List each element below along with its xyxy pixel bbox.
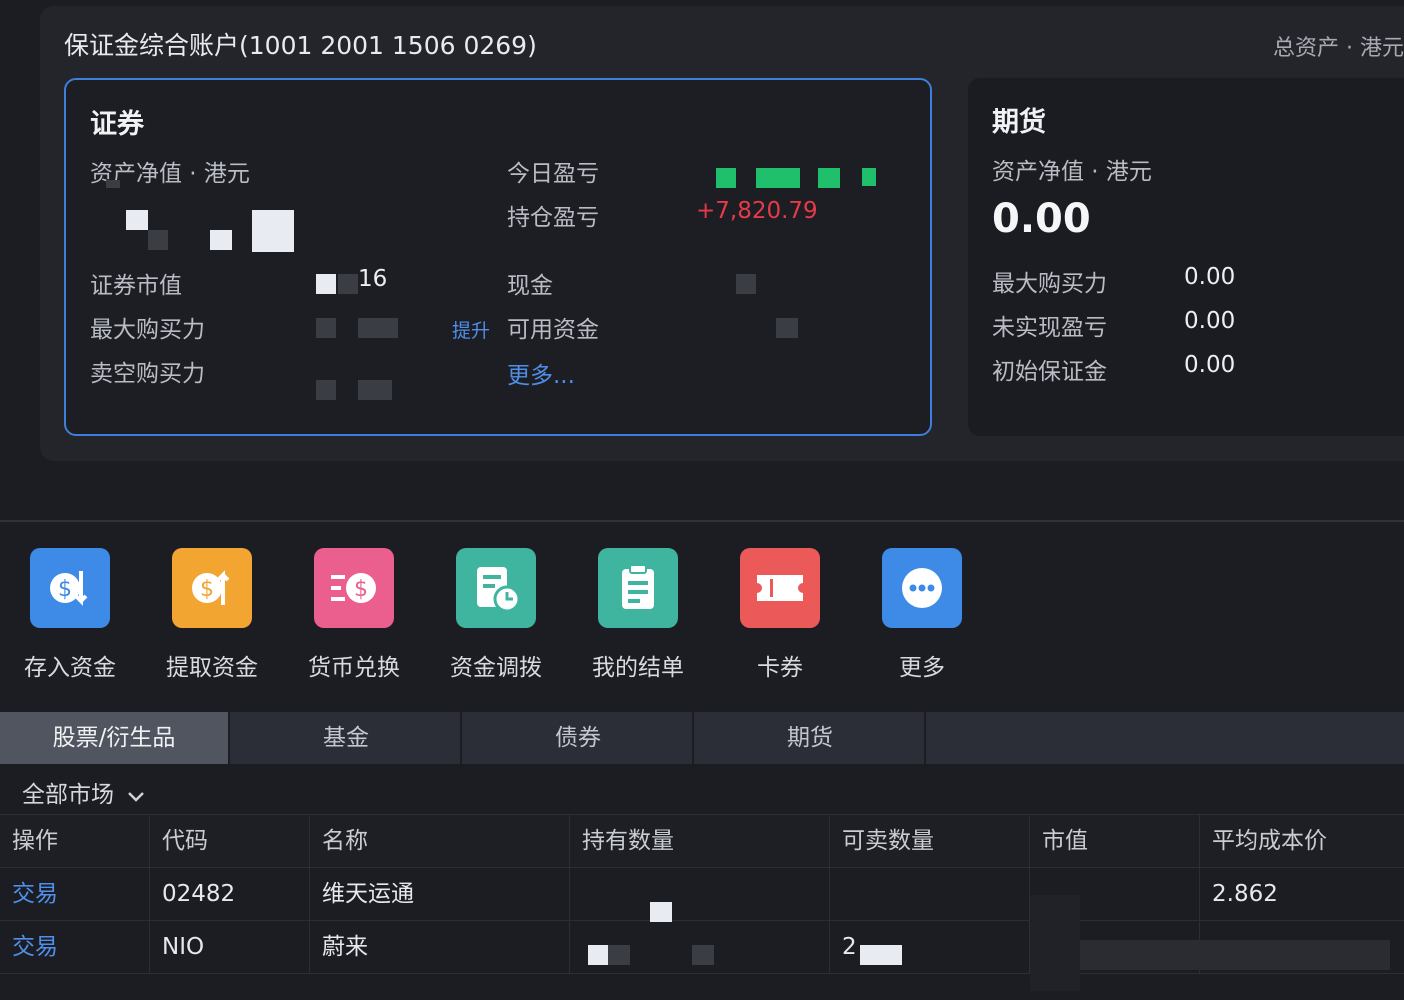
quantity-redacted [570,868,830,920]
currency-exchange-label: 货币兑换 [308,655,400,681]
stock-code: 02482 [150,868,310,920]
header-name: 名称 [310,815,570,867]
statement-icon [598,548,678,628]
table-row[interactable]: 交易 02482 维天运通 2.862 [0,868,1404,921]
position-pnl-value: +7,820.79 [696,198,818,224]
tab-futures[interactable]: 期货 [696,712,926,764]
futures-title: 期货 [992,107,1046,138]
trade-link[interactable]: 交易 [0,921,150,973]
cash-value-redacted [736,274,756,294]
avg-cost: 2.862 [1212,881,1278,907]
market-filter-dropdown[interactable]: 全部市场 [22,775,145,809]
market-value-label: 证券市值 [90,273,182,299]
sellable-redacted [830,868,1030,920]
futures-initial-margin-value: 0.00 [1184,352,1236,378]
account-title: 保证金综合账户(1001 2001 1506 0269) [64,31,537,60]
upgrade-link[interactable]: 提升 [452,316,490,343]
more-tools-label: 更多 [899,655,945,681]
header-action: 操作 [0,815,150,867]
withdraw-label: 提取资金 [166,655,258,681]
cash-label: 现金 [507,273,553,299]
securities-card[interactable]: 证券 资产净值 · 港元 今日盈亏 持仓盈亏 +7,820.79 证券市值 16… [64,78,932,436]
fund-transfer-label: 资金调拨 [450,655,542,681]
statement-button[interactable]: 我的结单 [578,548,698,682]
tab-funds[interactable]: 基金 [232,712,462,764]
fund-transfer-button[interactable]: 资金调拨 [436,548,556,682]
futures-unrealized-pnl-value: 0.00 [1184,308,1236,334]
header-code: 代码 [150,815,310,867]
deposit-icon: $ [30,548,110,628]
futures-net-asset-label: 资产净值 · 港元 [992,159,1152,185]
securities-title: 证券 [90,109,144,140]
svg-text:$: $ [200,577,214,602]
tab-stocks-derivatives[interactable]: 股票/衍生品 [0,712,230,764]
stock-name: 维天运通 [310,868,570,920]
today-pnl-label: 今日盈亏 [507,161,599,187]
futures-max-buy-label: 最大购买力 [992,271,1107,297]
futures-initial-margin-label: 初始保证金 [992,359,1107,385]
more-tools-button[interactable]: 更多 [862,548,982,682]
futures-unrealized-pnl-label: 未实现盈亏 [992,315,1107,341]
futures-card[interactable]: 期货 资产净值 · 港元 0.00 最大购买力 0.00 未实现盈亏 0.00 … [968,78,1404,436]
asset-tabs: 股票/衍生品 基金 债券 期货 [0,712,1404,764]
more-details-link[interactable]: 更多... [507,356,575,390]
svg-text:$: $ [58,577,72,602]
svg-text:$: $ [354,577,368,602]
fund-transfer-icon [456,548,536,628]
header-sellable: 可卖数量 [830,815,1030,867]
chevron-down-icon [128,791,145,802]
position-pnl-label: 持仓盈亏 [507,205,599,231]
account-panel: 保证金综合账户(1001 2001 1506 0269) 总资产 · 港元 证券… [40,6,1404,461]
coupon-button[interactable]: 卡券 [720,548,840,682]
deposit-button[interactable]: $ 存入资金 [10,548,130,682]
short-buy-label: 卖空购买力 [90,361,205,387]
deposit-label: 存入资金 [24,655,116,681]
coupon-label: 卡券 [757,655,803,681]
currency-exchange-button[interactable]: $ 货币兑换 [294,548,414,682]
futures-net-asset-value: 0.00 [992,196,1091,242]
more-icon [882,548,962,628]
market-value-partial: 16 [358,266,388,292]
table-header: 操作 代码 名称 持有数量 可卖数量 市值 平均成本价 [0,814,1404,868]
coupon-icon [740,548,820,628]
stock-name: 蔚来 [310,921,570,973]
trade-link[interactable]: 交易 [0,868,150,920]
header-market-value: 市值 [1030,815,1200,867]
currency-exchange-icon: $ [314,548,394,628]
available-funds-label: 可用资金 [507,317,599,343]
futures-max-buy-value: 0.00 [1184,264,1236,290]
withdraw-button[interactable]: $ 提取资金 [152,548,272,682]
withdraw-icon: $ [172,548,252,628]
section-divider [0,520,1404,522]
header-avg-cost: 平均成本价 [1212,828,1327,854]
tab-bonds[interactable]: 债券 [464,712,694,764]
stock-code: NIO [150,921,310,973]
market-filter-label: 全部市场 [22,782,114,808]
available-funds-redacted [776,318,798,338]
statement-label: 我的结单 [592,655,684,681]
header-quantity: 持有数量 [570,815,830,867]
total-assets-label: 总资产 · 港元 [1273,36,1404,61]
max-buy-label: 最大购买力 [90,317,205,343]
